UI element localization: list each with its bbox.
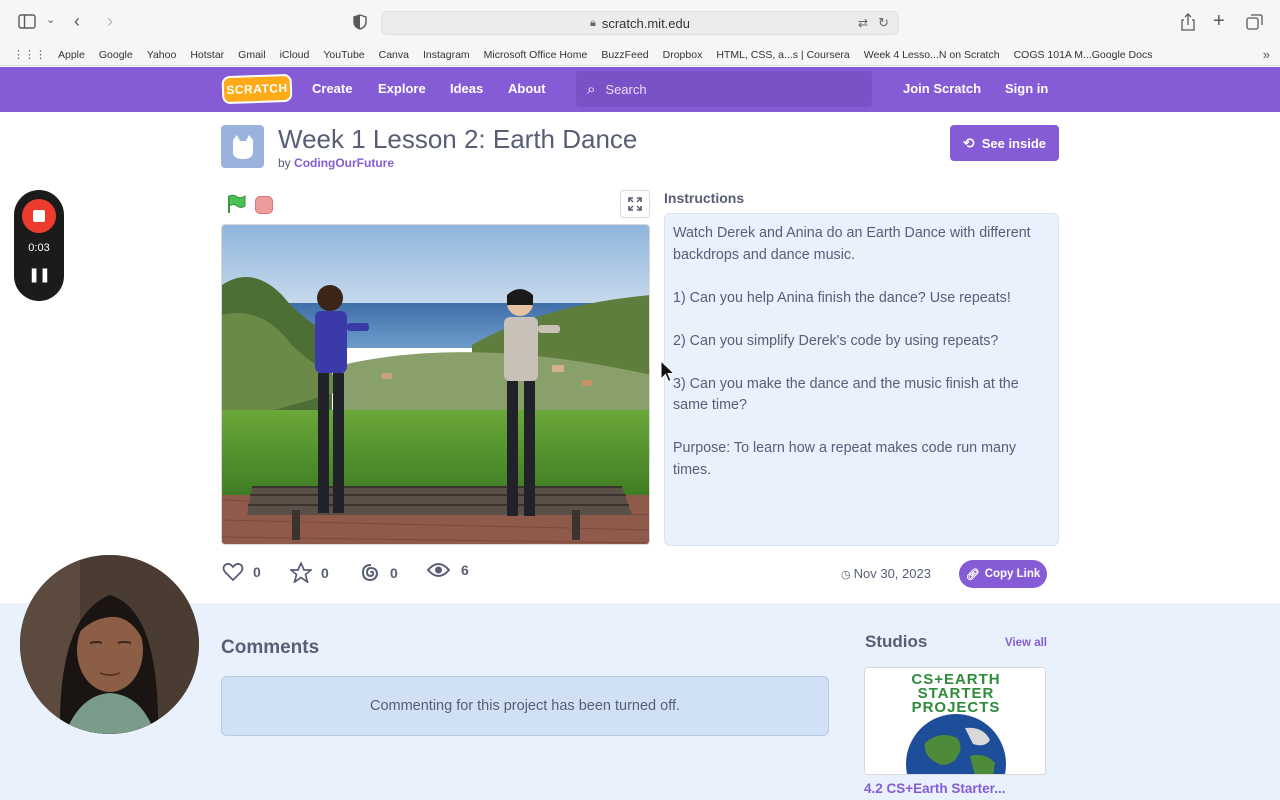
stop-icon: [33, 210, 45, 222]
link-icon: 🔗︎: [965, 568, 980, 581]
search-input[interactable]: ⌕ Search: [576, 71, 872, 107]
scratch-navbar: SCRATCH Create Explore Ideas About ⌕ Sea…: [0, 67, 1280, 112]
view-all-studios-link[interactable]: View all: [1005, 637, 1047, 649]
by-label: by: [278, 156, 291, 170]
tabs-overview-icon[interactable]: [1246, 14, 1263, 34]
remix-arrows-icon: ⟲: [962, 134, 975, 151]
remix-spiral-icon: [361, 564, 379, 582]
star-icon: [290, 562, 312, 583]
shield-icon[interactable]: [353, 14, 367, 34]
apps-grid-icon[interactable]: ⋮⋮⋮: [13, 48, 46, 61]
mouse-cursor-icon: [660, 360, 676, 383]
bookmark[interactable]: Google: [99, 49, 133, 61]
bookmark[interactable]: BuzzFeed: [601, 49, 648, 61]
translate-icon[interactable]: ⇄: [858, 16, 868, 30]
nav-explore[interactable]: Explore: [378, 81, 426, 96]
remix-count: 0: [390, 564, 398, 581]
bookmark[interactable]: Canva: [379, 49, 409, 61]
copy-link-button[interactable]: 🔗︎ Copy Link: [959, 560, 1047, 588]
author-avatar[interactable]: [221, 125, 264, 168]
instruction-paragraph: Watch Derek and Anina do an Earth Dance …: [673, 225, 1031, 263]
bookmark[interactable]: Microsoft Office Home: [484, 49, 588, 61]
more-bookmarks-icon[interactable]: »: [1263, 47, 1270, 62]
views-count: 6: [461, 562, 469, 578]
see-inside-label: See inside: [981, 135, 1047, 151]
bookmarks-bar: ⋮⋮⋮ Apple Google Yahoo Hotstar Gmail iCl…: [0, 44, 1280, 66]
love-count: 0: [253, 564, 261, 580]
webcam-overlay: [20, 555, 199, 734]
views-stat: 6: [427, 562, 469, 578]
instruction-paragraph: 2) Can you simplify Derek's code by usin…: [673, 332, 999, 349]
browser-toolbar: ⌄ ‹ › 🔒︎ scratch.mit.edu ⇄ ↻ +: [0, 0, 1280, 44]
green-flag-icon[interactable]: [226, 194, 246, 214]
studios-heading: Studios: [865, 632, 928, 651]
love-stat[interactable]: 0: [222, 562, 261, 582]
bookmark[interactable]: Gmail: [238, 49, 265, 61]
bookmark[interactable]: Yahoo: [147, 49, 177, 61]
search-icon: ⌕: [587, 80, 596, 98]
shared-date: ◷ Nov 30, 2023: [841, 566, 931, 581]
bookmark[interactable]: Week 4 Lesso...N on Scratch: [864, 49, 1000, 61]
reload-icon[interactable]: ↻: [878, 15, 889, 31]
bookmark[interactable]: YouTube: [323, 49, 364, 61]
project-title: Week 1 Lesson 2: Earth Dance: [278, 124, 638, 154]
nav-about[interactable]: About: [508, 81, 546, 96]
instructions-heading: Instructions: [664, 190, 745, 206]
url-text: scratch.mit.edu: [601, 15, 690, 31]
favorite-stat[interactable]: 0: [290, 562, 329, 583]
back-icon[interactable]: ‹: [74, 12, 80, 30]
pause-recording-button[interactable]: ❚❚: [14, 266, 64, 283]
share-icon[interactable]: [1181, 13, 1195, 35]
heart-icon: [222, 562, 244, 582]
instruction-paragraph: 1) Can you help Anina finish the dance? …: [673, 289, 1011, 306]
screen-recorder-widget: 0:03 ❚❚: [14, 190, 64, 301]
byline: by CodingOurFuture: [278, 156, 394, 170]
stop-recording-button[interactable]: [22, 199, 56, 233]
bookmark[interactable]: Hotstar: [190, 49, 224, 61]
comments-disabled-notice: Commenting for this project has been tur…: [221, 676, 829, 736]
bookmark[interactable]: iCloud: [280, 49, 310, 61]
comments-heading: Comments: [221, 637, 320, 658]
bookmark[interactable]: HTML, CSS, a...s | Coursera: [716, 49, 849, 61]
recording-time: 0:03: [28, 242, 50, 254]
bookmark[interactable]: Dropbox: [663, 49, 703, 61]
join-scratch-link[interactable]: Join Scratch: [903, 81, 981, 96]
search-placeholder: Search: [605, 81, 647, 97]
copy-link-label: Copy Link: [984, 568, 1041, 580]
instruction-paragraph: 3) Can you make the dance and the music …: [673, 375, 1019, 414]
scratch-logo[interactable]: SCRATCH: [221, 73, 293, 105]
favorite-count: 0: [321, 564, 329, 581]
url-bar[interactable]: 🔒︎ scratch.mit.edu ⇄ ↻: [381, 11, 899, 35]
new-tab-icon[interactable]: +: [1213, 11, 1225, 31]
studio-name-link[interactable]: 4.2 CS+Earth Starter...: [864, 781, 1005, 796]
sign-in-link[interactable]: Sign in: [1005, 81, 1048, 96]
instructions-box: Watch Derek and Anina do an Earth Dance …: [664, 213, 1059, 546]
remix-stat: 0: [360, 562, 398, 583]
nav-create[interactable]: Create: [312, 81, 352, 96]
studio-thumbnail[interactable]: CS+EARTH STARTER PROJECTS: [864, 667, 1046, 775]
project-stage[interactable]: [221, 224, 650, 545]
date-text: Nov 30, 2023: [853, 566, 931, 581]
clock-icon: ◷: [841, 569, 851, 581]
stop-sign-icon[interactable]: [255, 196, 273, 214]
nav-ideas[interactable]: Ideas: [450, 81, 483, 96]
studio-thumb-line: PROJECTS: [912, 699, 1001, 716]
eye-icon: [427, 563, 450, 577]
see-inside-button[interactable]: ⟲ See inside: [950, 125, 1059, 161]
bookmark[interactable]: COGS 101A M...Google Docs: [1014, 49, 1153, 61]
author-link[interactable]: CodingOurFuture: [294, 156, 394, 170]
forward-icon[interactable]: ›: [107, 12, 113, 30]
bookmark[interactable]: Apple: [58, 49, 85, 61]
bookmark[interactable]: Instagram: [423, 49, 470, 61]
chevron-down-icon[interactable]: ⌄: [46, 15, 55, 26]
instruction-paragraph: Purpose: To learn how a repeat makes cod…: [673, 440, 1017, 478]
lock-icon: 🔒︎: [589, 16, 596, 29]
fullscreen-button[interactable]: [620, 190, 650, 218]
sidebar-toggle-icon[interactable]: [18, 14, 36, 33]
